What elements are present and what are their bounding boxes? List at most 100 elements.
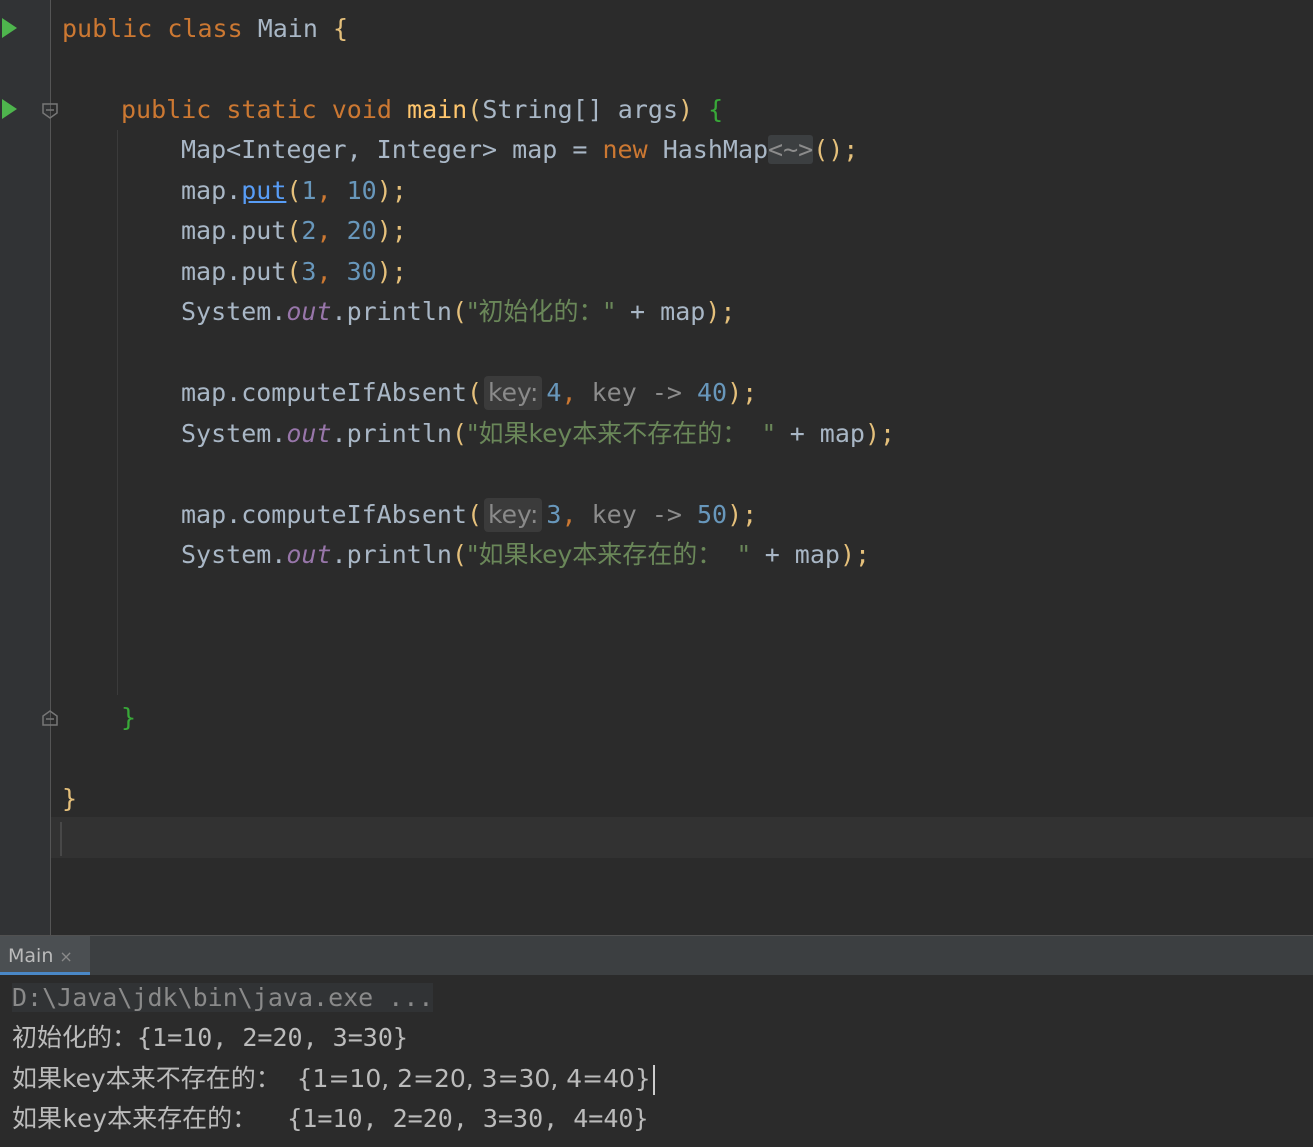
fold-gutter-icon[interactable]	[41, 709, 59, 727]
static-field: out	[286, 297, 332, 326]
keyword: public	[121, 95, 212, 124]
paren: (	[286, 257, 302, 286]
run-gutter-icon[interactable]	[2, 99, 17, 119]
run-tab-label: Main	[8, 945, 54, 967]
class-name: System.	[181, 419, 287, 448]
code-line-20[interactable]: }	[62, 779, 77, 819]
lambda: key ->	[591, 378, 682, 407]
number: 20	[346, 216, 377, 245]
brace: {	[708, 95, 724, 124]
code-line-13[interactable]: map.computeIfAbsent(key: 3, key -> 50);	[181, 495, 757, 535]
keyword: public	[62, 14, 153, 43]
variable: map.put	[181, 216, 287, 245]
code-line-18[interactable]: }	[121, 698, 136, 738]
class-name: Main	[257, 14, 318, 43]
expression: + map	[774, 419, 865, 448]
number: 4	[546, 378, 562, 407]
code-line-4[interactable]: Map<Integer, Integer> map = new HashMap<…	[181, 130, 858, 170]
console-text: 如果key本来不存在的： {1=10, 2=20, 3=30, 4=40}	[12, 1064, 651, 1093]
comma: ,	[316, 176, 332, 205]
code-line-6[interactable]: map.put(2, 20);	[181, 211, 407, 251]
string-literal: "如果key本来存在的： "	[467, 540, 750, 569]
code-line-14[interactable]: System.out.println("如果key本来存在的： " + map)…	[181, 535, 870, 575]
current-line-highlight	[51, 817, 1313, 858]
method-call: map.computeIfAbsent	[181, 500, 467, 529]
indent-guide	[117, 130, 118, 695]
console-command[interactable]: D:\Java\jdk\bin\java.exe ...	[12, 983, 434, 1012]
type: String[]	[482, 95, 603, 124]
expression: + map	[615, 297, 706, 326]
close-icon[interactable]: ×	[59, 947, 72, 966]
paren: );	[727, 378, 758, 407]
parameter-hint: key:	[484, 376, 543, 410]
console-cursor	[652, 1065, 655, 1095]
paren: (	[466, 378, 483, 407]
method-call: map.computeIfAbsent	[181, 378, 467, 407]
console-line-command: D:\Java\jdk\bin\java.exe ...	[12, 978, 434, 1018]
comma: ,	[316, 216, 332, 245]
paren: (	[286, 216, 302, 245]
class-name: System.	[181, 540, 287, 569]
code-line-8[interactable]: System.out.println("初始化的：" + map);	[181, 292, 735, 332]
brace: }	[121, 703, 137, 732]
paren: (	[286, 176, 302, 205]
paren: ();	[813, 135, 859, 164]
static-field: out	[286, 419, 332, 448]
editor-caret	[60, 822, 62, 856]
code-line-1[interactable]: public class Main {	[62, 9, 348, 49]
console-line: 如果key本来存在的： {1=10, 2=20, 3=30, 4=40}	[12, 1104, 649, 1133]
paren: );	[376, 216, 407, 245]
type: Map<Integer, Integer>	[181, 135, 498, 164]
paren: );	[839, 540, 871, 569]
variable: map.put	[181, 257, 287, 286]
comma: ,	[316, 257, 332, 286]
run-tab-main[interactable]: Main ×	[0, 936, 90, 976]
static-field: out	[286, 540, 332, 569]
code-editor[interactable]: public class Main { public static void m…	[0, 0, 1313, 935]
code-line-3[interactable]: public static void main(String[] args) {	[121, 90, 723, 130]
keyword: class	[167, 14, 243, 43]
param: args	[617, 95, 679, 124]
variable: map.	[181, 176, 242, 205]
string-literal: "如果key本来不存在的： "	[467, 419, 775, 448]
number: 40	[696, 378, 728, 407]
run-gutter-icon[interactable]	[2, 18, 17, 38]
paren: (	[467, 95, 483, 124]
method-call: .println	[331, 540, 452, 569]
method-call: .println	[331, 297, 452, 326]
variable: map =	[512, 135, 588, 164]
code-line-5[interactable]: map.put(1, 10);	[181, 171, 407, 211]
string-literal: "初始化的："	[467, 297, 615, 326]
code-line-11[interactable]: System.out.println("如果key本来不存在的： " + map…	[181, 414, 895, 454]
number: 1	[301, 176, 317, 205]
code-line-7[interactable]: map.put(3, 30);	[181, 252, 407, 292]
paren: );	[864, 419, 896, 448]
method-link[interactable]: put	[241, 176, 286, 205]
number: 3	[546, 500, 562, 529]
method-call: .println	[331, 419, 452, 448]
paren: (	[451, 419, 467, 448]
number: 3	[301, 257, 317, 286]
class-name: HashMap	[662, 135, 769, 164]
paren: (	[451, 540, 467, 569]
editor-gutter	[0, 0, 58, 935]
code-line-10[interactable]: map.computeIfAbsent(key: 4, key -> 40);	[181, 373, 757, 413]
diamond-fold[interactable]: <~>	[768, 135, 814, 164]
paren: )	[678, 95, 694, 124]
run-console[interactable]: D:\Java\jdk\bin\java.exe ... 初始化的：{1=10,…	[0, 975, 1313, 1147]
keyword: static	[226, 95, 317, 124]
class-name: System.	[181, 297, 287, 326]
fold-gutter-icon[interactable]	[41, 102, 59, 120]
keyword: new	[602, 135, 648, 164]
lambda: key ->	[591, 500, 682, 529]
paren: );	[705, 297, 736, 326]
run-tool-window-tabs: Main ×	[0, 935, 1313, 976]
paren: );	[727, 500, 758, 529]
comma: ,	[561, 378, 577, 407]
paren: (	[466, 500, 483, 529]
number: 30	[346, 257, 377, 286]
brace: }	[62, 784, 78, 813]
brace: {	[332, 14, 349, 43]
method-name: main	[407, 95, 468, 124]
console-line: 如果key本来不存在的： {1=10, 2=20, 3=30, 4=40}	[12, 1059, 655, 1099]
